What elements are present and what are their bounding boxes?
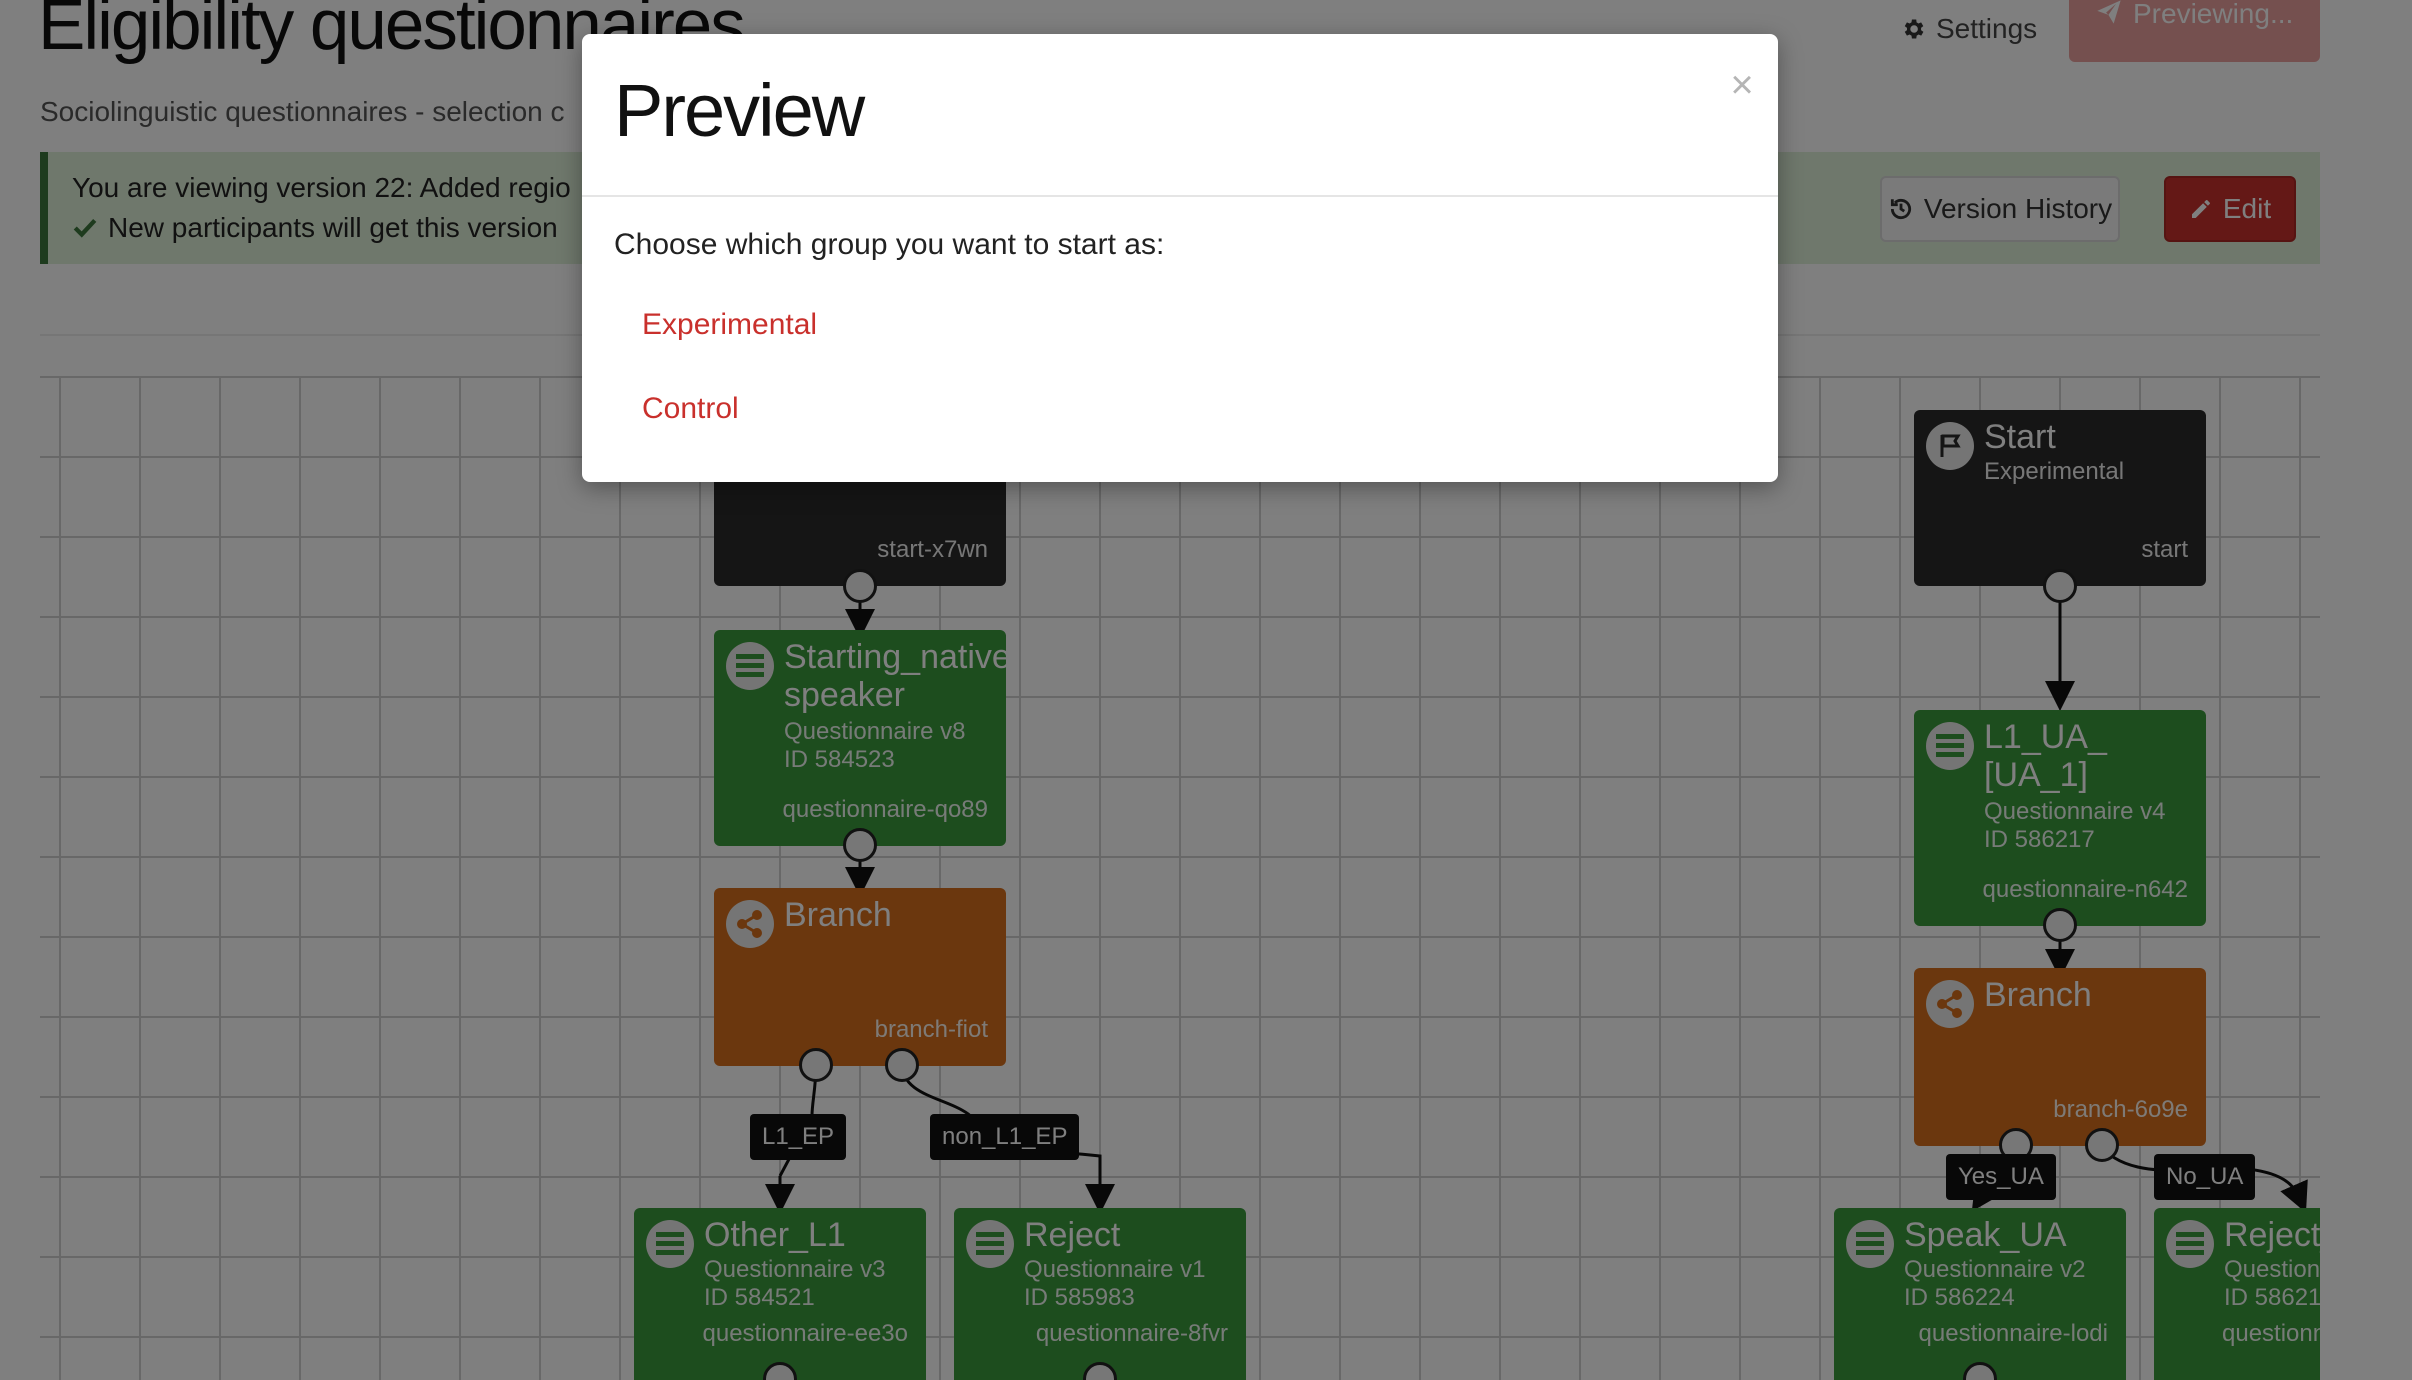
group-option-experimental[interactable]: Experimental (642, 308, 817, 342)
modal-header: Preview × (582, 34, 1778, 197)
close-icon[interactable]: × (1724, 60, 1760, 110)
group-option-control[interactable]: Control (642, 392, 739, 426)
modal-prompt: Choose which group you want to start as: (614, 228, 1165, 261)
preview-modal: Preview × Choose which group you want to… (582, 34, 1778, 482)
modal-title: Preview (614, 69, 865, 152)
